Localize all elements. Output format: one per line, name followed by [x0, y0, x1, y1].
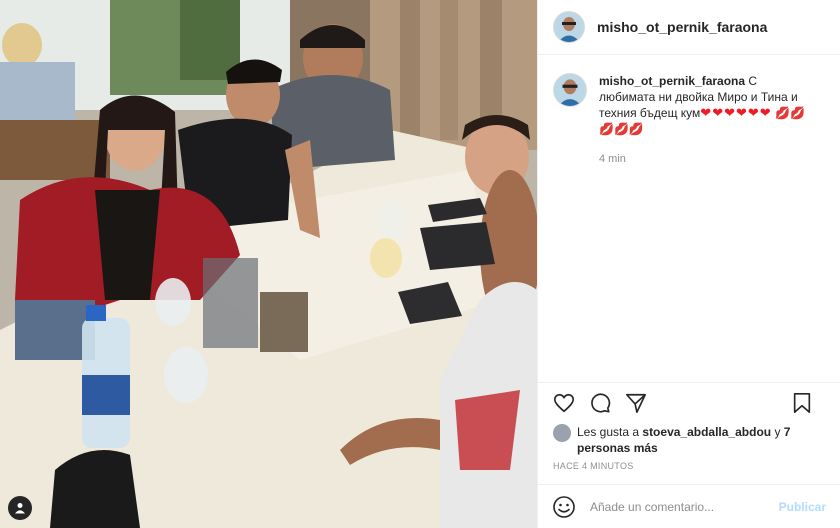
user-tag-button[interactable]	[8, 496, 32, 520]
heart-icon	[554, 393, 574, 412]
caption-avatar[interactable]	[553, 73, 587, 107]
avatar-image	[554, 12, 584, 42]
likes-text: Les gusta a stoeva_abdalla_abdou y 7 per…	[577, 424, 823, 456]
smiley-icon[interactable]	[552, 495, 576, 519]
save-button[interactable]	[790, 391, 814, 415]
caption-username[interactable]: misho_ot_pernik_faraona	[599, 74, 745, 88]
likes-conj: y	[774, 425, 781, 439]
restaurant-photo	[0, 0, 537, 528]
posted-ago[interactable]: HACE 4 MINUTOS	[553, 461, 634, 471]
likes-summary: Les gusta a stoeva_abdalla_abdou y 7 per…	[553, 424, 823, 456]
caption-comment: misho_ot_pernik_faraona С любимата ни дв…	[538, 55, 840, 167]
post-header: misho_ot_pernik_faraona	[538, 0, 840, 55]
publish-button[interactable]: Publicar	[779, 500, 826, 514]
paper-plane-icon	[626, 393, 646, 413]
comment-form: Publicar	[538, 484, 840, 528]
share-button[interactable]	[624, 391, 648, 415]
comment-icon	[591, 392, 611, 413]
like-button[interactable]	[552, 391, 576, 415]
post-photo[interactable]	[0, 0, 537, 528]
post-panel: misho_ot_pernik_faraona misho_ot_pernik_…	[537, 0, 840, 528]
action-bar	[538, 382, 840, 422]
comment-button[interactable]	[588, 391, 612, 415]
caption-body: misho_ot_pernik_faraona С любимата ни дв…	[599, 73, 814, 167]
user-tag-icon	[15, 503, 25, 514]
comment-time[interactable]: 4 min	[599, 151, 814, 167]
header-username[interactable]: misho_ot_pernik_faraona	[597, 19, 767, 35]
avatar-image	[554, 74, 586, 106]
bookmark-icon	[793, 392, 811, 413]
caption-hearts: ❤❤❤❤❤❤	[700, 105, 772, 120]
likes-prefix: Les gusta a	[577, 425, 640, 439]
avatar[interactable]	[553, 11, 585, 43]
comment-input[interactable]	[588, 498, 779, 515]
liker-avatar[interactable]	[553, 424, 571, 442]
likes-user[interactable]: stoeva_abdalla_abdou	[642, 425, 771, 439]
